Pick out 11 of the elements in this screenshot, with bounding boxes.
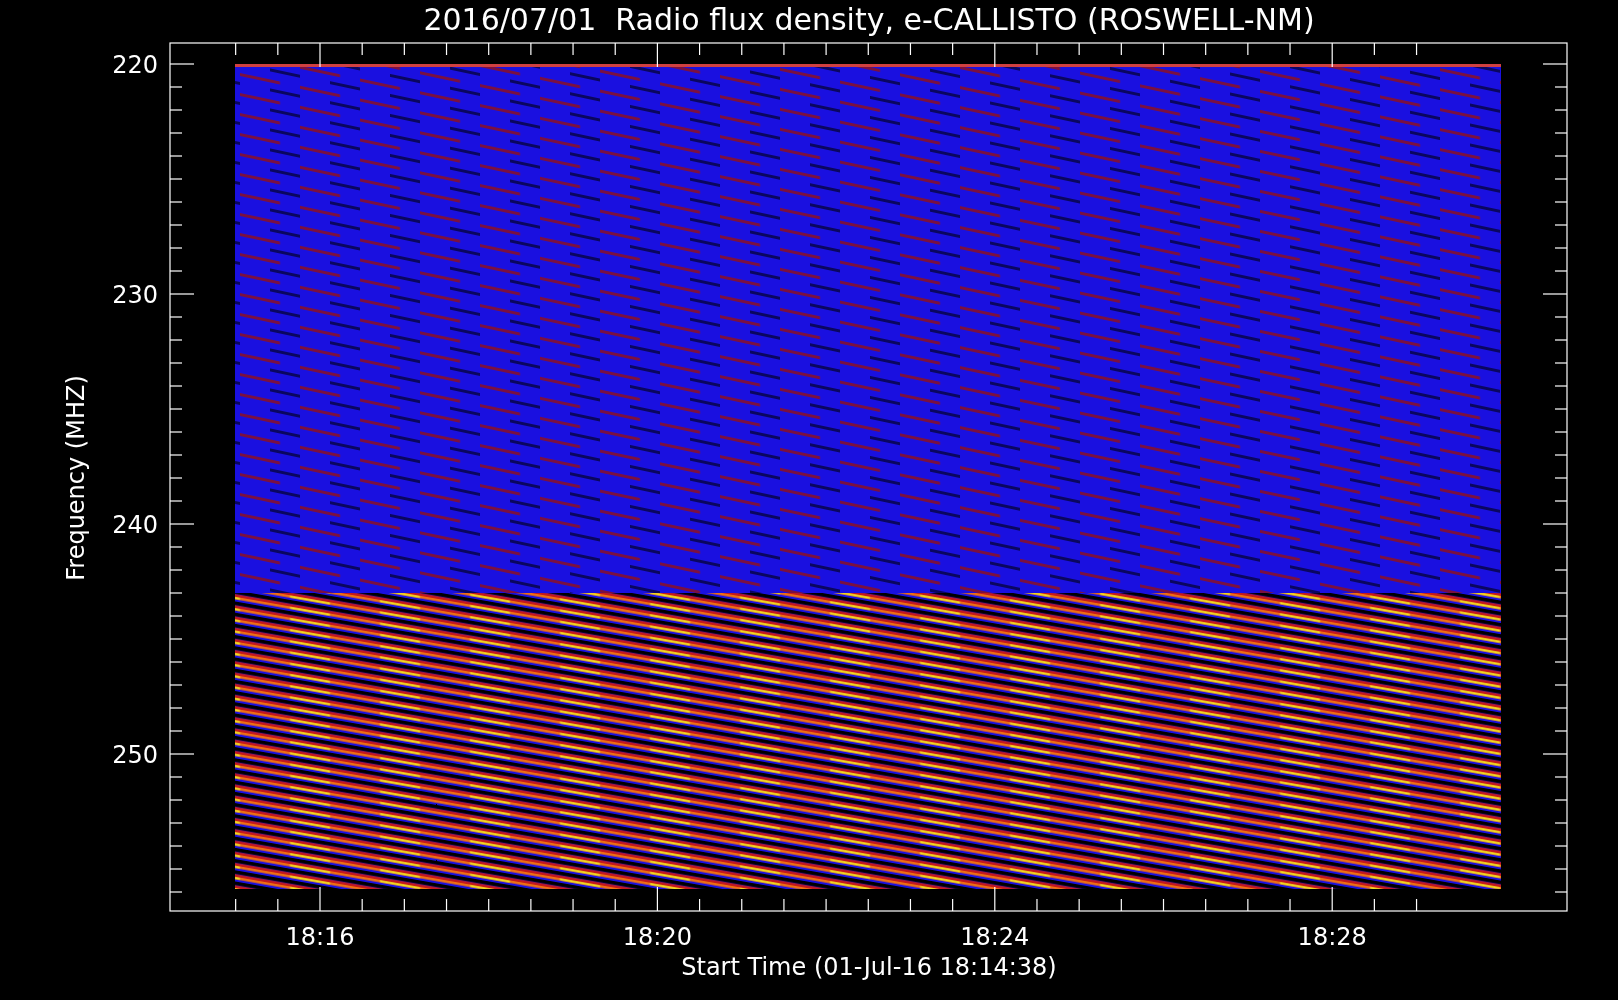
tick-label: 220 xyxy=(112,51,158,79)
tick-label: 18:28 xyxy=(1297,923,1367,951)
chart-title: 2016/07/01 Radio flux density, e-CALLISTO (ROSWELL-NM) xyxy=(423,2,1315,37)
axis-title: Frequency (MHZ) xyxy=(62,375,90,581)
tick-label: 250 xyxy=(112,741,158,769)
tick-label: 18:16 xyxy=(285,923,355,951)
tick-label: 18:20 xyxy=(622,923,692,951)
tick-label: 18:24 xyxy=(960,923,1030,951)
tick-label: 240 xyxy=(112,511,158,539)
tick-label: 230 xyxy=(112,281,158,309)
axis-title: Start Time (01-Jul-16 18:14:38) xyxy=(681,953,1057,981)
